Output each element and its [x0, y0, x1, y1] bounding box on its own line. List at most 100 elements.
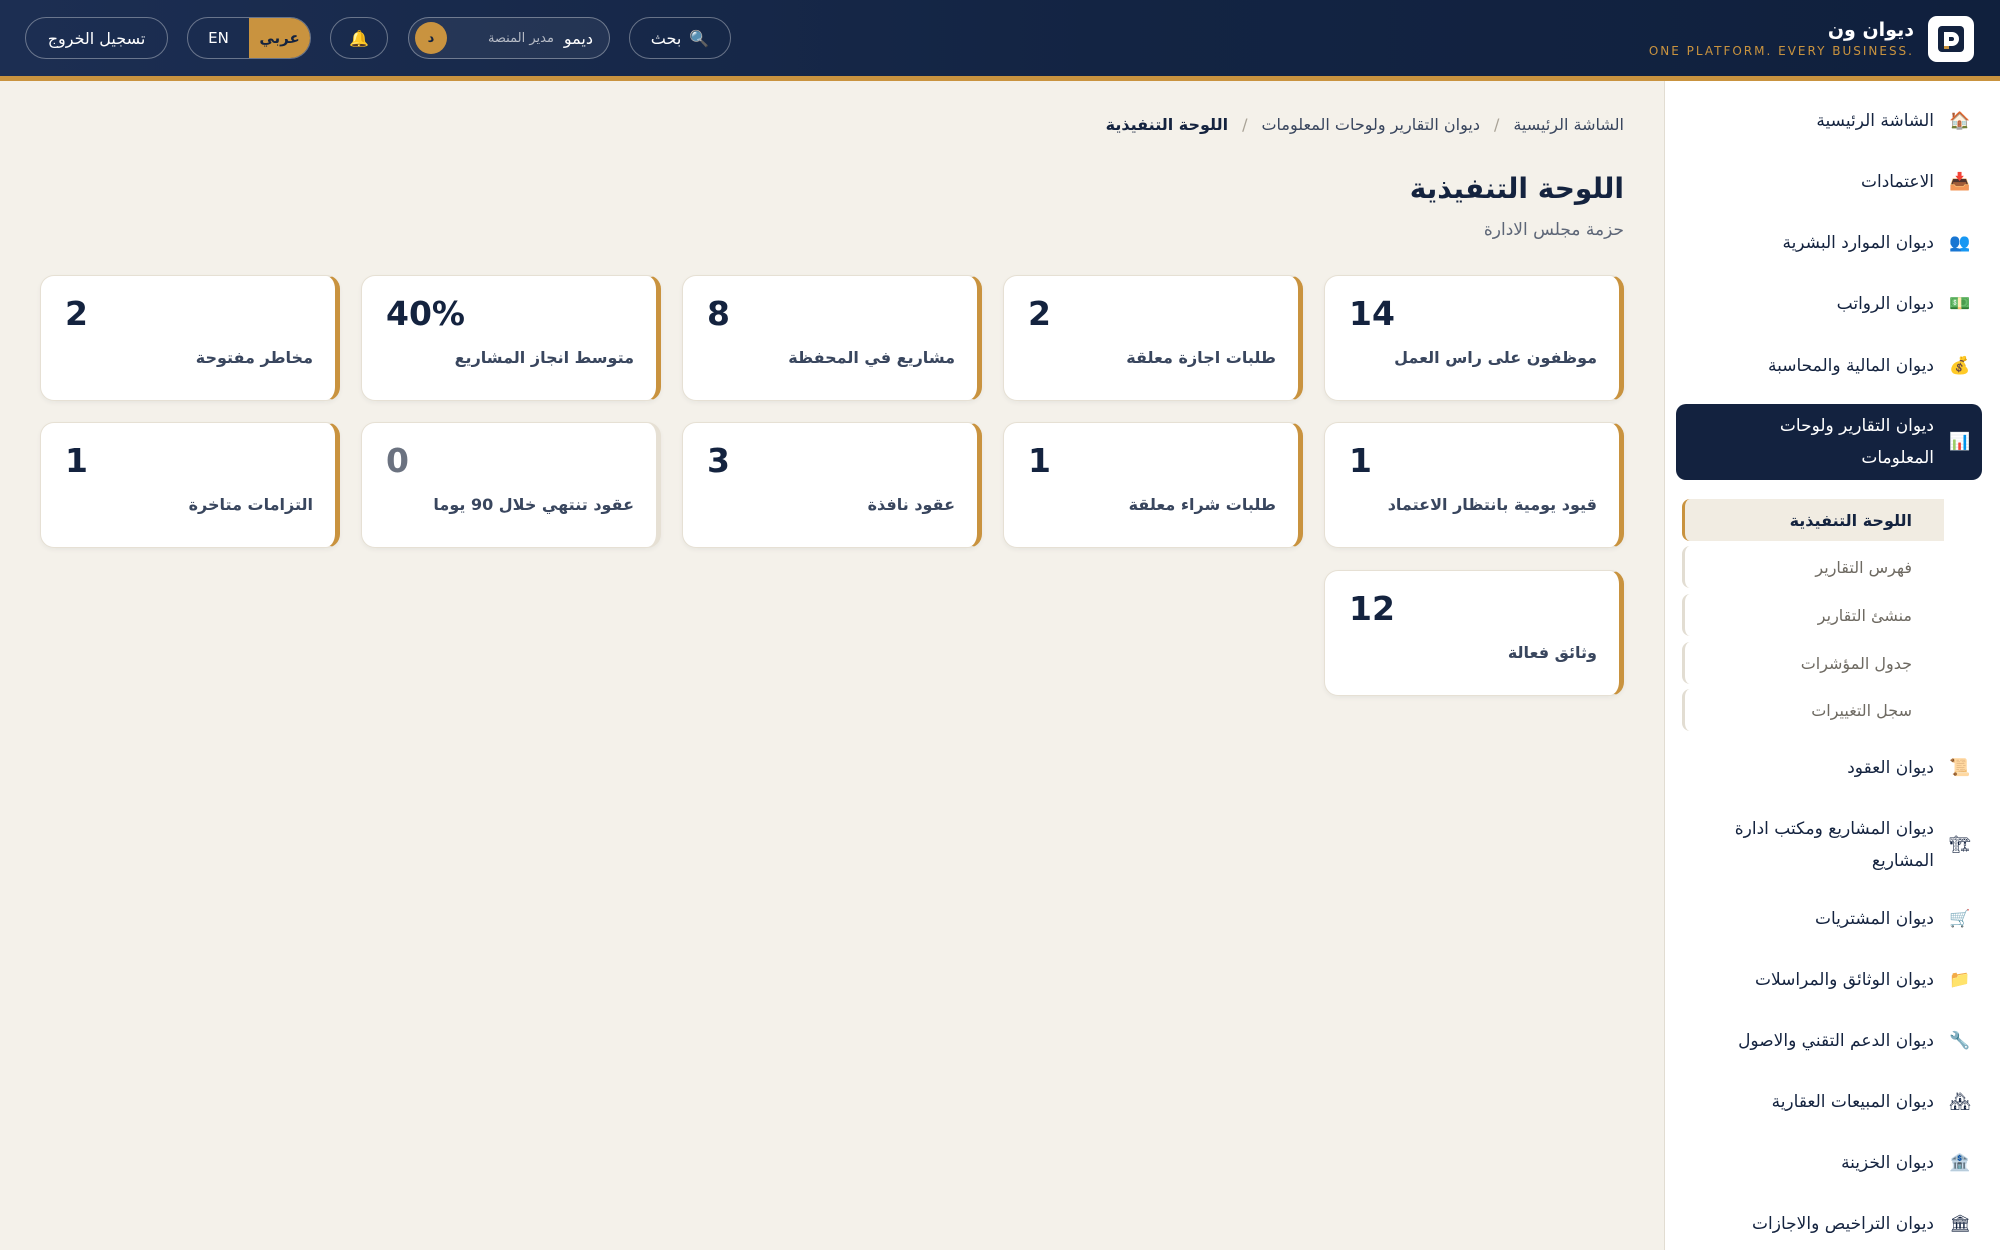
breadcrumb-home[interactable]: الشاشة الرئيسية — [1513, 115, 1624, 134]
sidebar-subitem-executive-dashboard[interactable]: اللوحة التنفيذية — [1682, 499, 1944, 541]
construction-icon: 🏗 — [1949, 835, 1971, 855]
search-icon: 🔍 — [689, 28, 710, 48]
sidebar-item-label: الاعتمادات — [1861, 172, 1934, 192]
breadcrumb-separator: / — [1242, 115, 1248, 134]
kpi-value: 1 — [1028, 441, 1051, 480]
sidebar-item-label: ديوان الوثائق والمراسلات — [1754, 970, 1934, 990]
top-bar: ديوان ون ONE PLATFORM. EVERY BUSINESS. 🔍… — [0, 0, 2000, 81]
kpi-value: 40% — [386, 294, 465, 333]
kpi-card-active-contracts[interactable]: 3 عقود نافذة — [682, 422, 982, 548]
lang-en-button[interactable]: EN — [188, 18, 249, 58]
sidebar-item-label: ديوان المبيعات العقارية — [1771, 1092, 1934, 1112]
sidebar-item-label: الشاشة الرئيسية — [1816, 111, 1934, 131]
kpi-label: موظفون على راس العمل — [1394, 348, 1597, 367]
kpi-label: مشاريع في المحفظة — [788, 348, 955, 367]
sidebar-item-real-estate[interactable]: 🏘 ديوان المبيعات العقارية — [1682, 1086, 1982, 1118]
sidebar-subitem-reports-index[interactable]: فهرس التقارير — [1682, 546, 1944, 588]
breadcrumb-separator: / — [1493, 115, 1500, 134]
avatar: د — [415, 22, 447, 54]
sidebar-subitem-kpi-table[interactable]: جدول المؤشرات — [1682, 642, 1944, 684]
kpi-card-employees[interactable]: 14 موظفون على راس العمل — [1324, 275, 1624, 401]
sidebar-item-label: ديوان المشتريات — [1814, 909, 1934, 929]
kpi-value: 14 — [1349, 294, 1395, 333]
user-role: مدير المنصة — [487, 30, 554, 46]
sidebar-item-label: ديوان العقود — [1847, 758, 1934, 778]
kpi-label: التزامات متاخرة — [188, 495, 313, 514]
kpi-label: مخاطر مفتوحة — [195, 348, 313, 367]
sidebar-item-procurement[interactable]: 🛒 ديوان المشتريات — [1682, 903, 1982, 935]
sidebar-item-contracts[interactable]: 📜 ديوان العقود — [1682, 752, 1982, 784]
kpi-card-late-obligations[interactable]: 1 التزامات متاخرة — [40, 422, 340, 548]
sidebar-item-reports[interactable]: 📊 ديوان التقارير ولوحات المعلومات — [1676, 404, 1982, 480]
language-switch: عربي EN — [187, 17, 311, 59]
kpi-value: 2 — [65, 294, 88, 333]
kpi-label: عقود نافذة — [867, 495, 955, 514]
bar-chart-icon: 📊 — [1949, 432, 1971, 452]
sidebar-item-label: ديوان التقارير ولوحات المعلومات — [1779, 416, 1934, 468]
sidebar-item-label: ديوان الدعم التقني والاصول — [1738, 1031, 1934, 1051]
notifications-button[interactable]: 🔔 — [330, 17, 388, 59]
user-menu[interactable]: ديمو مدير المنصة د — [408, 17, 610, 59]
sidebar-item-label: ديوان المشاريع ومكتب ادارة المشاريع — [1734, 819, 1934, 871]
folder-icon: 📁 — [1949, 970, 1971, 990]
money-icon: 💵 — [1949, 294, 1971, 314]
breadcrumb: الشاشة الرئيسية / ديوان التقارير ولوحات … — [1106, 115, 1624, 134]
kpi-value: 3 — [707, 441, 730, 480]
kpi-card-purchase-requests[interactable]: 1 طلبات شراء معلقة — [1003, 422, 1303, 548]
kpi-card-leave-requests[interactable]: 2 طلبات اجازة معلقة — [1003, 275, 1303, 401]
sidebar-item-hr[interactable]: 👥 ديوان الموارد البشرية — [1682, 227, 1982, 259]
kpi-value: 1 — [1349, 441, 1372, 480]
brand-logo-icon — [1928, 16, 1974, 62]
kpi-card-project-completion[interactable]: 40% متوسط انجاز المشاريع — [361, 275, 661, 401]
sidebar-item-label: ديوان المالية والمحاسبة — [1767, 356, 1934, 376]
page-title: اللوحة التنفيذية — [1409, 172, 1624, 205]
lang-ar-button[interactable]: عربي — [249, 18, 310, 58]
bank-icon: 🏦 — [1949, 1153, 1971, 1173]
kpi-card-expiring-contracts[interactable]: 0 عقود تنتهي خلال 90 يوما — [361, 422, 661, 548]
user-name: ديمو — [563, 28, 593, 48]
breadcrumb-section[interactable]: ديوان التقارير ولوحات المعلومات — [1261, 115, 1479, 134]
home-icon: 🏠 — [1949, 111, 1971, 131]
brand-name: ديوان ون — [1827, 19, 1914, 41]
breadcrumb-current: اللوحة التنفيذية — [1105, 115, 1229, 134]
money-bag-icon: 💰 — [1949, 356, 1971, 376]
kpi-value: 2 — [1028, 294, 1051, 333]
sidebar-item-licenses[interactable]: 🏛 ديوان التراخيص والاجازات — [1682, 1208, 1982, 1240]
classical-building-icon: 🏛 — [1949, 1214, 1971, 1234]
search-label: بحث — [650, 28, 682, 48]
kpi-label: عقود تنتهي خلال 90 يوما — [433, 495, 634, 514]
kpi-card-open-risks[interactable]: 2 مخاطر مفتوحة — [40, 275, 340, 401]
cart-icon: 🛒 — [1949, 909, 1971, 929]
page-subtitle: حزمة مجلس الادارة — [1483, 220, 1624, 240]
kpi-label: قيود يومية بانتظار الاعتماد — [1387, 495, 1597, 514]
sidebar-item-label: ديوان التراخيص والاجازات — [1752, 1214, 1934, 1234]
kpi-value: 0 — [386, 441, 409, 480]
sidebar-item-treasury[interactable]: 🏦 ديوان الخزينة — [1682, 1147, 1982, 1179]
brand-tagline: ONE PLATFORM. EVERY BUSINESS. — [1648, 44, 1914, 58]
people-icon: 👥 — [1949, 233, 1971, 253]
sidebar: 🏠 الشاشة الرئيسية 📥 الاعتمادات 👥 ديوان ا… — [1664, 81, 2000, 1250]
sidebar-item-it-support[interactable]: 🔧 ديوان الدعم التقني والاصول — [1682, 1025, 1982, 1057]
sidebar-item-approvals[interactable]: 📥 الاعتمادات — [1682, 166, 1982, 198]
bell-icon: 🔔 — [349, 28, 369, 48]
sidebar-subitem-report-builder[interactable]: منشئ التقارير — [1682, 594, 1944, 636]
sidebar-item-documents[interactable]: 📁 ديوان الوثائق والمراسلات — [1682, 964, 1982, 996]
houses-icon: 🏘 — [1949, 1092, 1971, 1112]
search-button[interactable]: 🔍 بحث — [629, 17, 731, 59]
kpi-card-journal-entries[interactable]: 1 قيود يومية بانتظار الاعتماد — [1324, 422, 1624, 548]
sidebar-item-projects[interactable]: 🏗 ديوان المشاريع ومكتب ادارة المشاريع — [1682, 813, 1982, 877]
kpi-label: طلبات شراء معلقة — [1128, 495, 1276, 514]
brand[interactable]: ديوان ون ONE PLATFORM. EVERY BUSINESS. — [1649, 15, 1974, 63]
kpi-card-portfolio-projects[interactable]: 8 مشاريع في المحفظة — [682, 275, 982, 401]
kpi-label: وثائق فعالة — [1507, 643, 1597, 662]
logout-button[interactable]: تسجيل الخروج — [25, 17, 168, 59]
kpi-value: 8 — [707, 294, 730, 333]
sidebar-item-home[interactable]: 🏠 الشاشة الرئيسية — [1682, 105, 1982, 137]
sidebar-item-finance[interactable]: 💰 ديوان المالية والمحاسبة — [1682, 350, 1982, 382]
scroll-icon: 📜 — [1949, 758, 1971, 778]
inbox-tray-icon: 📥 — [1949, 172, 1971, 192]
sidebar-subitem-changelog[interactable]: سجل التغييرات — [1682, 689, 1944, 731]
sidebar-item-label: ديوان الموارد البشرية — [1782, 233, 1934, 253]
kpi-card-active-documents[interactable]: 12 وثائق فعالة — [1324, 570, 1624, 696]
sidebar-item-payroll[interactable]: 💵 ديوان الرواتب — [1682, 288, 1982, 320]
